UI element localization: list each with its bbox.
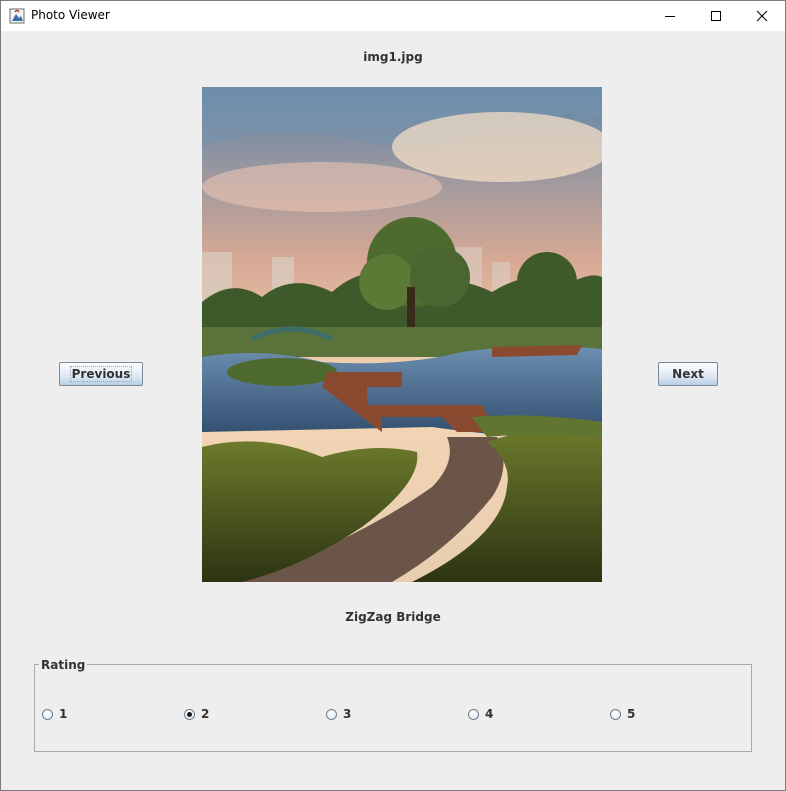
- previous-button[interactable]: Previous: [59, 362, 143, 386]
- title-bar[interactable]: Photo Viewer: [1, 1, 785, 31]
- app-window: Photo Viewer img1.jpg Previous Next ZigZ…: [0, 0, 786, 791]
- rating-option-label: 2: [201, 707, 210, 721]
- photo-caption: ZigZag Bridge: [345, 610, 441, 624]
- close-icon: [756, 10, 768, 22]
- radio-button-icon[interactable]: [610, 708, 621, 720]
- window-title: Photo Viewer: [31, 8, 110, 22]
- rating-option-4[interactable]: 4: [468, 706, 493, 722]
- radio-button-icon[interactable]: [42, 708, 53, 720]
- maximize-icon: [711, 11, 721, 21]
- radio-selected-dot: [187, 711, 192, 717]
- next-button-label: Next: [672, 367, 704, 381]
- rating-option-2[interactable]: 2: [184, 706, 209, 722]
- minimize-icon: [665, 16, 675, 17]
- close-button[interactable]: [739, 1, 785, 31]
- rating-option-1[interactable]: 1: [42, 706, 67, 722]
- photo-display: [202, 87, 602, 582]
- java-app-icon: [9, 8, 25, 24]
- radio-button-selected-icon[interactable]: [184, 708, 195, 720]
- rating-option-label: 3: [343, 707, 352, 721]
- rating-option-label: 1: [59, 707, 68, 721]
- minimize-button[interactable]: [647, 1, 693, 31]
- rating-option-3[interactable]: 3: [326, 706, 351, 722]
- rating-legend: Rating: [39, 658, 88, 672]
- rating-group: [34, 664, 752, 752]
- next-button[interactable]: Next: [658, 362, 718, 386]
- maximize-button[interactable]: [693, 1, 739, 31]
- rating-option-label: 4: [485, 707, 494, 721]
- radio-button-icon[interactable]: [326, 708, 337, 720]
- landscape-photo: [202, 87, 602, 582]
- rating-option-5[interactable]: 5: [610, 706, 635, 722]
- rating-option-label: 5: [627, 707, 636, 721]
- radio-button-icon[interactable]: [468, 708, 479, 720]
- previous-button-label: Previous: [69, 366, 133, 382]
- filename-label: img1.jpg: [363, 50, 423, 64]
